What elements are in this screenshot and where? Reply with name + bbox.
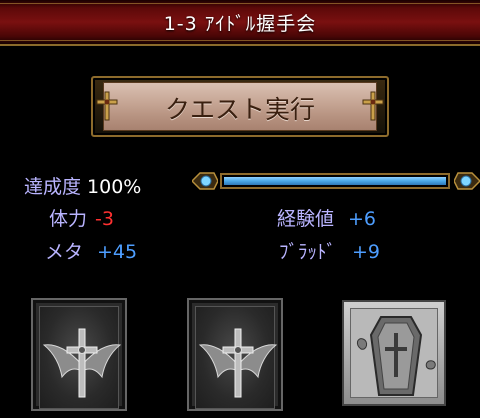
progress-value: 100% <box>87 176 142 198</box>
stamina-value: -3 <box>95 208 114 230</box>
quest-button-label: クエスト実行 <box>164 95 315 124</box>
stage-header: 1-3 ｱｲﾄﾞﾙ握手会 <box>0 0 480 46</box>
exp-value: +6 <box>348 208 377 230</box>
gauge-track <box>220 173 450 189</box>
reward-card-1[interactable] <box>31 298 127 411</box>
gauge-fill <box>224 177 446 185</box>
stage-title: 1-3 ｱｲﾄﾞﾙ握手会 <box>163 13 317 35</box>
reward-card-2-face <box>195 306 278 409</box>
exp-stat: 経験値 +6 <box>277 204 376 231</box>
cross-card-back-icon <box>42 328 122 398</box>
reward-card-2[interactable] <box>187 298 283 411</box>
cross-card-back-icon <box>198 328 278 398</box>
progress-gauge <box>192 168 480 194</box>
header-bottom-rule <box>0 40 480 41</box>
reward-item-face <box>350 308 438 398</box>
blood-stat: ﾌﾞﾗｯﾄﾞ +9 <box>279 237 380 264</box>
stamina-stat: 体力 -3 <box>49 204 114 231</box>
meta-stat: メタ +45 <box>45 237 137 264</box>
meta-value: +45 <box>97 241 138 263</box>
gauge-gem-right-icon <box>454 172 480 190</box>
progress-label: 達成度 <box>24 176 82 198</box>
coffin-item-icon <box>356 316 436 396</box>
reward-card-1-face <box>39 306 122 409</box>
exp-label: 経験値 <box>277 208 335 230</box>
progress-stat: 達成度 100% <box>24 172 141 199</box>
blood-value: +9 <box>352 241 381 263</box>
blood-label: ﾌﾞﾗｯﾄﾞ <box>279 241 337 263</box>
header-top-rule <box>0 3 480 4</box>
reward-item-slot[interactable] <box>342 300 446 406</box>
quest-execute-button[interactable]: クエスト実行 <box>91 76 389 137</box>
gauge-gem-left-icon <box>192 172 218 190</box>
stamina-label: 体力 <box>49 208 88 230</box>
meta-label: メタ <box>45 241 84 263</box>
